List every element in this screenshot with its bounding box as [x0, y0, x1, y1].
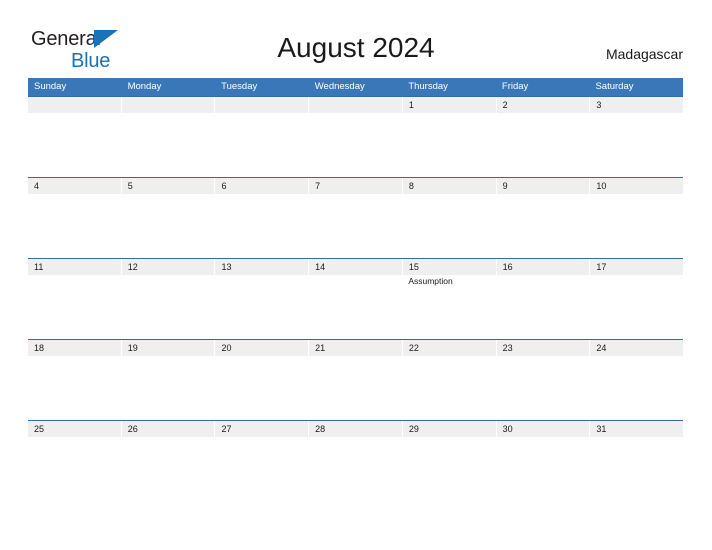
event-label: Assumption [408, 276, 453, 286]
day-number[interactable] [309, 97, 403, 113]
weekday-header-row: Sunday Monday Tuesday Wednesday Thursday… [28, 78, 683, 96]
day-number[interactable]: 4 [28, 178, 122, 194]
day-number[interactable]: 2 [497, 97, 591, 113]
weekday-wednesday: Wednesday [314, 81, 365, 92]
day-cell[interactable] [28, 356, 122, 419]
week-row: 18 19 20 21 22 23 24 [28, 339, 683, 420]
day-cell[interactable] [309, 275, 403, 338]
day-number[interactable]: 19 [122, 340, 216, 356]
day-number[interactable]: 26 [122, 421, 216, 437]
weekday-tuesday: Tuesday [221, 81, 258, 92]
day-cell[interactable] [496, 113, 590, 176]
day-number[interactable]: 21 [309, 340, 403, 356]
day-number[interactable]: 18 [28, 340, 122, 356]
weekday-sunday: Sunday [34, 81, 67, 92]
page-header: General Blue August 2024 Madagascar [0, 0, 712, 78]
weekday-monday: Monday [127, 81, 162, 92]
day-number[interactable] [215, 97, 310, 113]
weekday-thursday: Thursday [408, 81, 448, 92]
day-number[interactable]: 7 [309, 178, 403, 194]
weekday-friday: Friday [501, 81, 529, 92]
day-number[interactable]: 12 [122, 259, 216, 275]
day-number[interactable]: 11 [28, 259, 122, 275]
day-number[interactable]: 17 [590, 259, 683, 275]
day-number[interactable]: 29 [403, 421, 497, 437]
day-number[interactable]: 23 [497, 340, 591, 356]
week-event-band [28, 194, 683, 257]
day-cell[interactable] [122, 275, 216, 338]
day-number[interactable]: 13 [215, 259, 310, 275]
day-cell[interactable] [309, 113, 403, 176]
day-cell[interactable] [122, 437, 216, 500]
day-number[interactable]: 30 [497, 421, 591, 437]
day-number[interactable]: 16 [497, 259, 591, 275]
day-cell[interactable] [215, 113, 309, 176]
country-label: Madagascar [605, 46, 683, 62]
day-number[interactable]: 28 [309, 421, 403, 437]
day-cell[interactable] [589, 113, 683, 176]
day-cell[interactable] [28, 194, 122, 257]
day-number[interactable] [28, 97, 122, 113]
day-cell[interactable] [402, 437, 496, 500]
day-cell[interactable] [496, 356, 590, 419]
week-date-band: 18 19 20 21 22 23 24 [28, 340, 683, 356]
day-number[interactable]: 6 [215, 178, 310, 194]
day-cell[interactable] [28, 437, 122, 500]
day-cell[interactable] [122, 194, 216, 257]
week-date-band: 1 2 3 [28, 97, 683, 113]
day-number[interactable]: 5 [122, 178, 216, 194]
day-cell[interactable] [402, 194, 496, 257]
day-cell[interactable] [589, 356, 683, 419]
week-row: 25 26 27 28 29 30 31 [28, 420, 683, 501]
day-number[interactable]: 25 [28, 421, 122, 437]
week-event-band [28, 437, 683, 500]
week-date-band: 25 26 27 28 29 30 31 [28, 421, 683, 437]
day-number[interactable]: 22 [403, 340, 497, 356]
day-number[interactable]: 27 [215, 421, 310, 437]
week-date-band: 11 12 13 14 15 16 17 [28, 259, 683, 275]
day-number[interactable]: 15 [403, 259, 497, 275]
day-cell[interactable] [496, 275, 590, 338]
day-cell[interactable] [122, 113, 216, 176]
week-event-band [28, 113, 683, 176]
day-cell[interactable] [122, 356, 216, 419]
day-number[interactable]: 20 [215, 340, 310, 356]
day-number[interactable]: 14 [309, 259, 403, 275]
day-cell-assumption[interactable]: Assumption [402, 275, 496, 338]
day-cell[interactable] [589, 275, 683, 338]
week-row: 1 2 3 [28, 96, 683, 177]
day-cell[interactable] [215, 194, 309, 257]
day-cell[interactable] [589, 437, 683, 500]
week-row: 4 5 6 7 8 9 10 [28, 177, 683, 258]
week-date-band: 4 5 6 7 8 9 10 [28, 178, 683, 194]
day-cell[interactable] [215, 275, 309, 338]
day-cell[interactable] [215, 437, 309, 500]
day-cell[interactable] [215, 356, 309, 419]
day-number[interactable]: 31 [590, 421, 683, 437]
day-cell[interactable] [28, 275, 122, 338]
day-number[interactable] [122, 97, 216, 113]
day-number[interactable]: 10 [590, 178, 683, 194]
day-cell[interactable] [496, 437, 590, 500]
week-event-band: Assumption [28, 275, 683, 338]
day-cell[interactable] [309, 194, 403, 257]
week-row: 11 12 13 14 15 16 17 Assumption [28, 258, 683, 339]
day-cell[interactable] [402, 356, 496, 419]
day-cell[interactable] [402, 113, 496, 176]
day-number[interactable]: 8 [403, 178, 497, 194]
day-number[interactable]: 24 [590, 340, 683, 356]
weekday-saturday: Saturday [595, 81, 634, 92]
day-cell[interactable] [496, 194, 590, 257]
calendar-grid: Sunday Monday Tuesday Wednesday Thursday… [28, 78, 683, 501]
day-cell[interactable] [309, 356, 403, 419]
week-event-band [28, 356, 683, 419]
day-cell[interactable] [309, 437, 403, 500]
day-cell[interactable] [589, 194, 683, 257]
day-number[interactable]: 3 [590, 97, 683, 113]
day-cell[interactable] [28, 113, 122, 176]
day-number[interactable]: 1 [403, 97, 497, 113]
day-number[interactable]: 9 [497, 178, 591, 194]
